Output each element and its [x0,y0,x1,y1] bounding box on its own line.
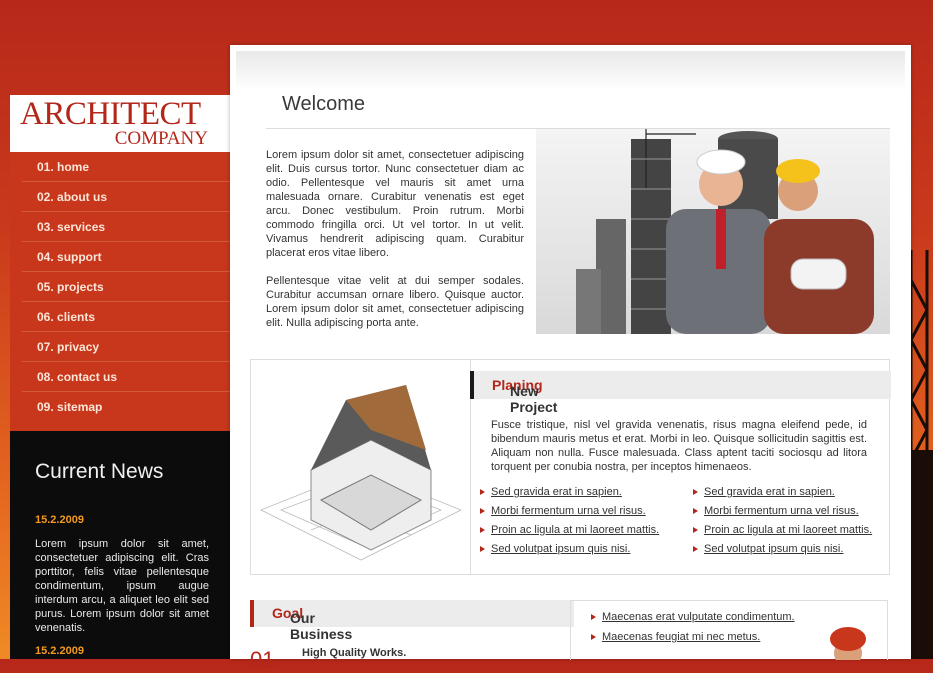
worker-avatar [830,627,866,660]
project-heading-text: New Project Planing [492,377,557,415]
news-date: 15.2.2009 [35,645,84,657]
nav-label: 09. sitemap [37,400,103,414]
goal-link[interactable]: Maecenas feugiat mi nec metus. [590,631,760,643]
business-goal-section: Our Business Goal 01 High Quality Works. [250,600,574,672]
nav-item-sitemap[interactable]: 09. sitemap [22,392,230,422]
panel-top-shade [236,51,905,91]
project-link[interactable]: Proin ac ligula at mi laoreet mattis. [479,524,659,536]
nav-item-contact-us[interactable]: 08. contact us [22,362,230,392]
project-link[interactable]: Proin ac ligula at mi laoreet mattis. [692,524,872,536]
goal-title: Our Business [290,610,353,642]
nav-item-projects[interactable]: 05. projects [22,272,230,302]
news-title: Current News [35,460,164,483]
nav-item-home[interactable]: 01. home [22,152,230,182]
nav-label: 02. about us [37,190,108,204]
company-logo[interactable]: ARCHITECT COMPANY [10,95,230,152]
welcome-title: Welcome [282,93,365,115]
goal-link[interactable]: Maecenas erat vulputate condimentum. [591,611,795,623]
nav-label: 01. home [37,160,90,174]
hero-illustration [576,129,874,334]
house-blueprint-image [251,360,471,574]
welcome-paragraph: Pellentesque vitae velit at dui semper s… [266,275,524,329]
project-link[interactable]: Morbi fermentum urna vel risus. [693,505,859,517]
project-link[interactable]: Sed volutpat ipsum quis nisi. [692,543,843,555]
project-link[interactable]: Sed gravida erat in sapien. [480,486,622,498]
nav-label: 08. contact us [37,370,118,384]
nav-label: 05. projects [37,280,104,294]
project-title: New Project [510,383,558,415]
current-news-panel: Current News 15.2.2009 Lorem ipsum dolor… [10,431,230,659]
main-nav: 01. home 02. about us 03. services 04. s… [10,152,230,431]
news-date: 15.2.2009 [35,514,84,526]
main-content-panel: Welcome Lorem ipsum dolor sit amet, cons… [230,45,911,672]
nav-item-services[interactable]: 03. services [22,212,230,242]
nav-item-clients[interactable]: 06. clients [22,302,230,332]
new-project-box: New Project Planing Fusce tristique, nis… [250,359,891,575]
project-text: Fusce tristique, nisl vel gravida venena… [491,419,867,473]
nav-item-support[interactable]: 04. support [22,242,230,272]
nav-label: 03. services [37,220,106,234]
nav-label: 04. support [37,250,102,264]
welcome-paragraph: Lorem ipsum dolor sit amet, consectetuer… [266,149,524,259]
nav-label: 06. clients [37,310,96,324]
project-heading: New Project Planing [470,371,891,415]
logo-line-2: COMPANY [114,128,208,149]
goal-heading-text: Our Business Goal [272,605,352,642]
project-link[interactable]: Sed gravida erat in sapien. [693,486,835,498]
goal-item: High Quality Works. [302,647,407,659]
nav-label: 07. privacy [37,340,100,354]
house-illustration [260,385,462,561]
nav-item-privacy[interactable]: 07. privacy [22,332,230,362]
project-link[interactable]: Sed volutpat ipsum quis nisi. [479,543,630,555]
hero-image-construction-workers [536,129,890,334]
goal-heading: Our Business Goal [250,600,574,642]
goal-links-box: Maecenas erat vulputate condimentum. Mae… [570,600,888,660]
goal-number: 01 [250,647,275,672]
nav-item-about-us[interactable]: 02. about us [22,182,230,212]
project-link[interactable]: Morbi fermentum urna vel risus. [480,505,646,517]
news-text: Lorem ipsum dolor sit amet, consectetuer… [35,538,209,634]
